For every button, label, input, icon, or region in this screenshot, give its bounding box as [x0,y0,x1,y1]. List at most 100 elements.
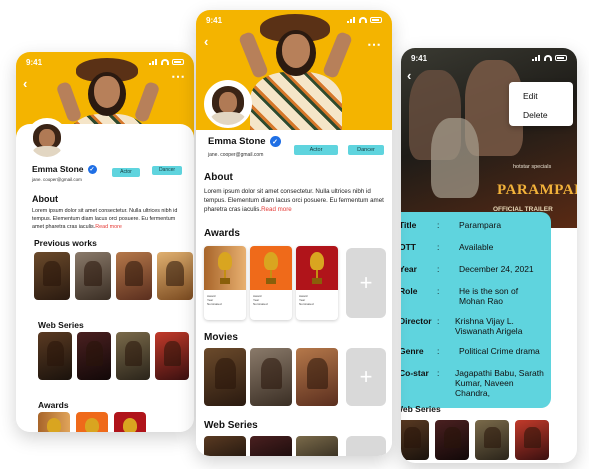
web-series-row [204,436,338,456]
tag-dancer[interactable]: Dancer [348,145,384,155]
detail-label: Year [401,264,417,274]
options-menu: Edit Delete [509,82,573,126]
award-image[interactable] [114,412,146,432]
back-icon[interactable]: ‹ [204,34,208,49]
web-series-heading: Web Series [204,420,258,431]
award-meta-label: Nominated [253,302,268,307]
detail-value: December 24, 2021 [459,264,534,274]
detail-label: Director [401,316,432,326]
work-poster[interactable] [34,252,70,300]
add-series-button[interactable] [346,436,386,456]
poster-brand: hotstar specials [513,164,552,170]
series-poster[interactable] [116,332,150,380]
detail-value: Krishna Vijay L. Viswanath Arigela [455,316,523,337]
about-text: Lorem ipsum dolor sit amet consectetur. … [32,208,187,231]
profile-name: Emma Stone ✓ [208,136,281,147]
detail-colon: : [437,242,440,252]
movie-poster[interactable] [204,348,246,406]
center-phone: 9:41 ‹ ⋯ Emma Stone ✓ jane. cooper@gmail… [196,10,392,456]
battery-icon [172,59,184,65]
award-card[interactable]: Award Year Nominated [296,246,338,320]
series-poster[interactable] [38,332,72,380]
award-image[interactable] [76,412,108,432]
tag-dancer[interactable]: Dancer [152,166,182,175]
left-status-bar: 9:41 [16,52,194,72]
poster-title: PARAMPARA [497,182,577,198]
read-more-link[interactable]: Read more [261,206,292,213]
work-poster[interactable] [116,252,152,300]
detail-title: Title: Parampara [401,220,549,230]
more-options-icon[interactable]: ⋯ [367,36,382,53]
award-card[interactable]: Award Year Nominated [204,246,246,320]
web-series-heading: Web Series [401,404,441,414]
verified-icon: ✓ [87,164,97,174]
series-poster[interactable] [475,420,509,460]
work-poster[interactable] [75,252,111,300]
award-image[interactable] [38,412,70,432]
profile-email: jane. cooper@gmail.com [32,177,82,182]
web-series-row [38,332,189,380]
status-time: 9:41 [206,15,223,25]
wifi-icon [359,17,367,23]
awards-heading: Awards [204,228,240,239]
detail-value: Available [459,242,494,252]
movie-poster[interactable] [250,348,292,406]
tag-actor[interactable]: Actor [294,145,338,155]
previous-works-row [34,252,193,300]
profile-name-text: Emma Stone [32,164,84,174]
series-poster[interactable] [515,420,549,460]
add-award-button[interactable]: + [346,248,386,318]
series-poster[interactable] [435,420,469,460]
series-poster[interactable] [250,436,292,456]
center-profile-sheet: Emma Stone ✓ jane. cooper@gmail.com Acto… [196,80,392,456]
about-text-body: Lorem ipsum dolor sit amet consectetur. … [204,188,384,213]
back-icon[interactable]: ‹ [407,68,411,83]
awards-heading: Awards [38,400,69,410]
detail-colon: : [437,264,440,274]
left-phone: 9:41 ‹ ⋯ Emma Stone ✓ jane. cooper@gmail… [16,52,194,432]
series-poster[interactable] [401,420,429,460]
add-movie-button[interactable]: + [346,348,386,406]
menu-delete[interactable]: Delete [523,110,548,120]
award-meta-label: Nominated [207,302,222,307]
movie-poster[interactable] [296,348,338,406]
profile-name: Emma Stone ✓ [32,164,97,174]
award-meta-label: Nominated [299,302,314,307]
series-poster[interactable] [204,436,246,456]
detail-colon: : [437,286,440,296]
profile-name-text: Emma Stone [208,136,266,147]
signal-icon [347,17,356,23]
detail-year: Year: December 24, 2021 [401,264,549,274]
series-poster[interactable] [296,436,338,456]
wifi-icon [544,55,552,61]
web-series-row [401,420,549,460]
detail-value: Political Crime drama [459,346,540,356]
previous-works-heading: Previous works [34,238,97,248]
about-text: Lorem ipsum dolor sit amet consectetur. … [204,188,386,215]
detail-label: Title [401,220,417,230]
series-poster[interactable] [77,332,111,380]
movies-heading: Movies [204,332,238,343]
detail-role: Role: He is the son of Mohan Rao [401,286,549,306]
wifi-icon [161,59,169,65]
back-icon[interactable]: ‹ [23,76,27,91]
tag-actor[interactable]: Actor [112,168,140,177]
center-status-bar: 9:41 [196,10,392,30]
signal-icon [149,59,158,65]
detail-label: OTT [401,242,416,252]
detail-label: Co-star [401,368,429,378]
award-card[interactable]: Award Year Nominated [250,246,292,320]
avatar [26,118,68,160]
detail-value: He is the son of Mohan Rao [459,286,519,307]
verified-icon: ✓ [269,136,281,147]
series-poster[interactable] [155,332,189,380]
more-options-icon[interactable]: ⋯ [171,68,186,85]
web-series-heading: Web Series [38,320,84,330]
movie-poster: hotstar specials PARAMPARA OFFICIAL TRAI… [401,48,577,228]
detail-colon: : [437,368,440,378]
work-poster[interactable] [157,252,193,300]
detail-ott: OTT: Available [401,242,549,252]
read-more-link[interactable]: Read more [95,224,122,230]
menu-edit[interactable]: Edit [523,91,538,101]
detail-label: Genre [401,346,424,356]
